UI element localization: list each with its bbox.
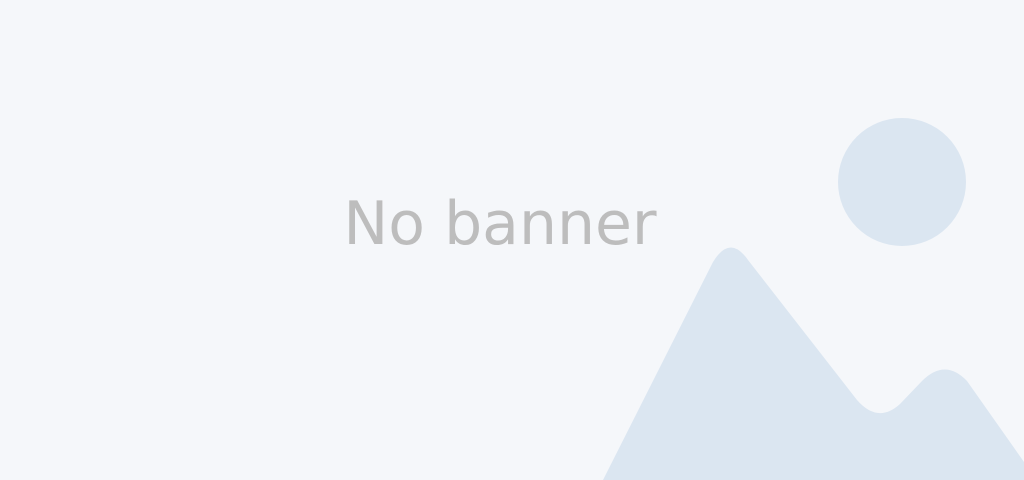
banner-placeholder: No banner [0,0,1024,480]
no-banner-message: No banner [343,189,657,259]
mountain-shape [603,247,1024,480]
